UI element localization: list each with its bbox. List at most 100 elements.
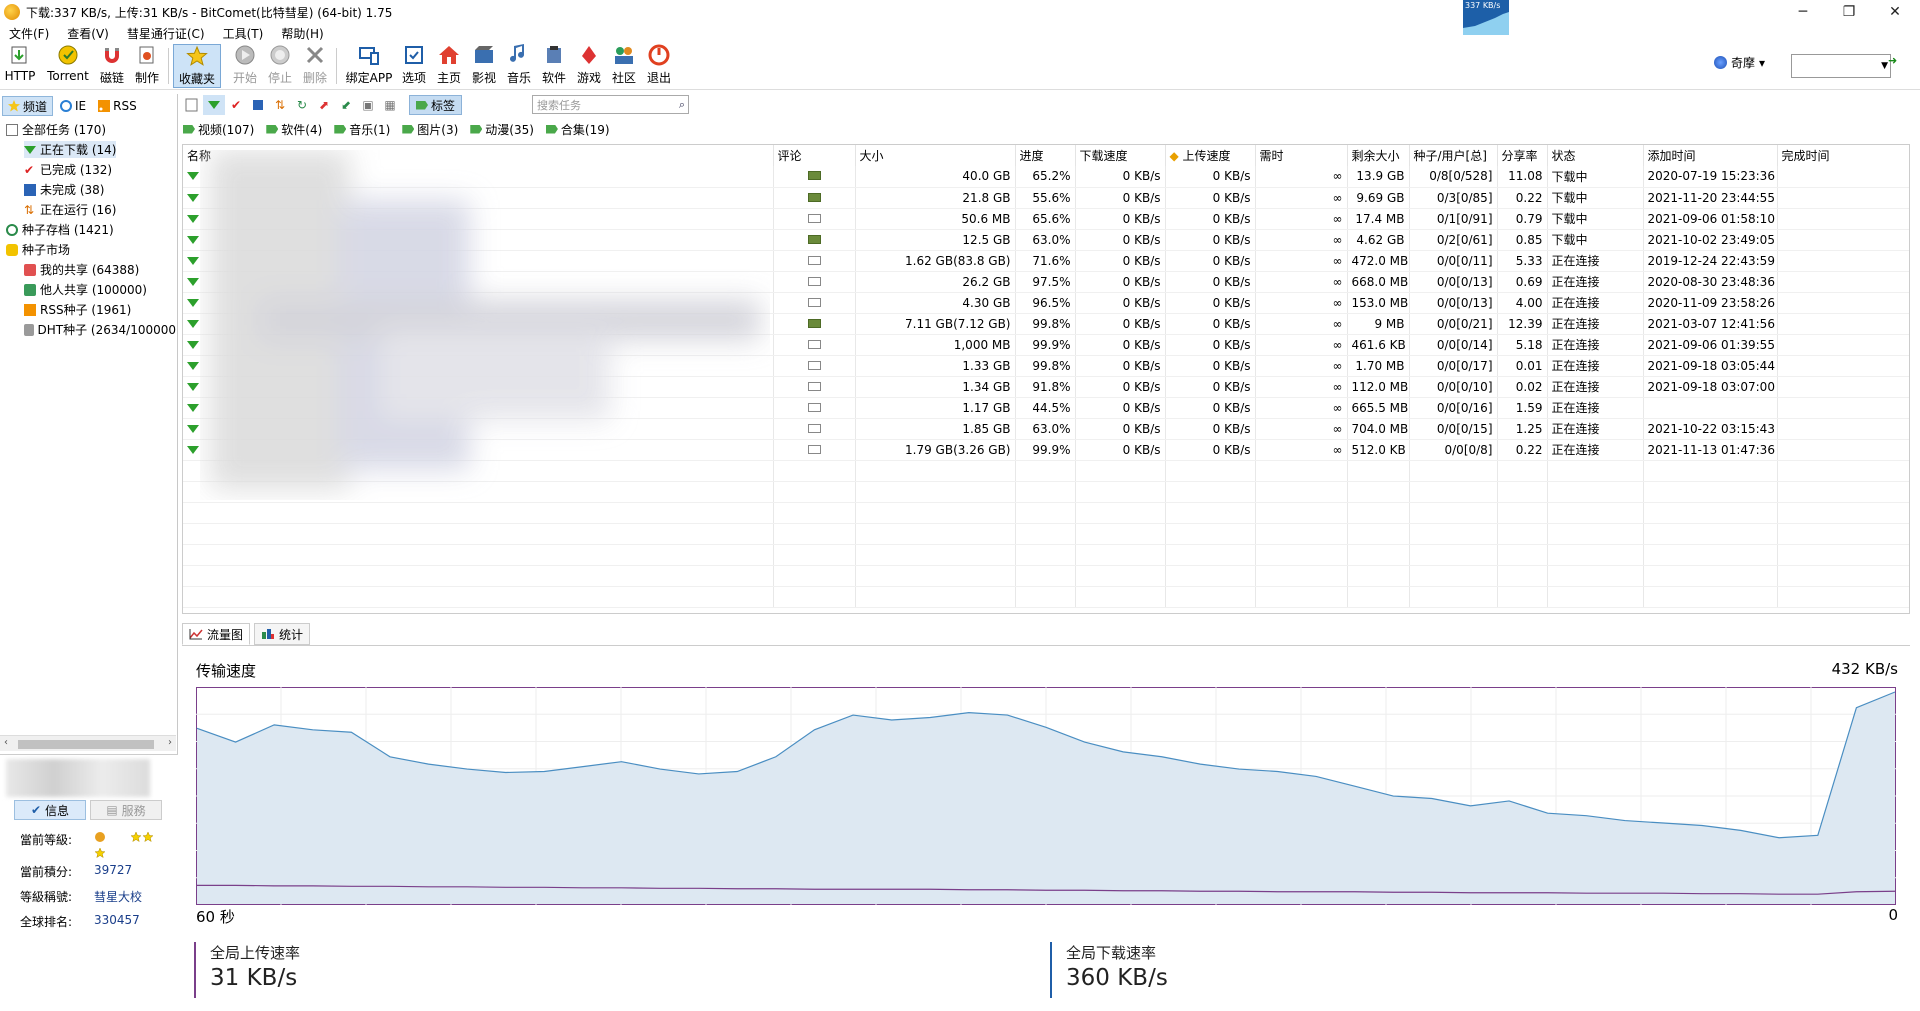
table-row[interactable]: 12.5 GB 63.0% 0 KB/s 0 KB/s ∞ 4.62 GB 0/2[0/61…: [183, 229, 1909, 251]
col-download-speed[interactable]: 下载速度: [1075, 145, 1166, 166]
col-progress[interactable]: 进度: [1015, 145, 1076, 166]
tree-running[interactable]: ⇅ 正在运行 (16): [24, 201, 116, 218]
tab-service[interactable]: ▤ 服務: [90, 800, 162, 820]
row-comment[interactable]: [773, 292, 856, 314]
row-comment[interactable]: [773, 439, 856, 461]
table-row[interactable]: 7.11 GB(7.12 GB) 99.8% 0 KB/s 0 KB/s ∞ 9 MB 0/…: [183, 313, 1909, 335]
menu-help[interactable]: 帮助(H): [272, 25, 332, 42]
start-button[interactable]: 开始: [231, 44, 259, 88]
dht-filter-icon[interactable]: ▦: [379, 95, 401, 115]
tab-info[interactable]: ✔ 信息: [14, 800, 86, 820]
row-comment[interactable]: [773, 418, 856, 440]
tree-torrent-market[interactable]: 种子市场: [6, 241, 70, 258]
table-row[interactable]: 1.62 GB(83.8 GB) 71.6% 0 KB/s 0 KB/s ∞ 472.0 …: [183, 250, 1909, 272]
new-task-icon[interactable]: [181, 95, 203, 115]
tree-all-tasks[interactable]: 全部任务 (170): [6, 121, 106, 138]
menu-passport[interactable]: 彗星通行证(C): [118, 25, 214, 42]
go-arrow-icon[interactable]: ➜: [1888, 54, 1898, 67]
table-row[interactable]: 50.6 MB 65.6% 0 KB/s 0 KB/s ∞ 17.4 MB 0/1[0/91…: [183, 208, 1909, 230]
col-name[interactable]: 名称: [183, 145, 774, 166]
close-button[interactable]: ✕: [1872, 0, 1918, 24]
row-comment[interactable]: [773, 334, 856, 356]
exit-button[interactable]: 退出: [645, 44, 673, 88]
delete-button[interactable]: 删除: [301, 44, 329, 88]
row-comment[interactable]: [773, 355, 856, 377]
incomplete-filter-icon[interactable]: [247, 95, 269, 115]
row-comment[interactable]: [773, 271, 856, 293]
task-search-input[interactable]: 搜索任务 ⌕: [532, 95, 689, 114]
download-filter-icon[interactable]: [203, 95, 225, 115]
scroll-left-icon[interactable]: ‹: [4, 737, 8, 748]
horizontal-scrollbar[interactable]: ‹ ›: [0, 735, 176, 751]
software-button[interactable]: 软件: [540, 44, 568, 88]
category-collection[interactable]: 合集(19): [545, 120, 610, 138]
col-comment[interactable]: 评论: [773, 145, 856, 166]
col-size[interactable]: 大小: [855, 145, 1016, 166]
col-peers[interactable]: 种子/用户[总]: [1409, 145, 1498, 166]
col-added[interactable]: 添加时间: [1643, 145, 1778, 166]
torrent-button[interactable]: Torrent: [44, 44, 92, 88]
col-eta[interactable]: 需时: [1255, 145, 1348, 166]
scroll-right-icon[interactable]: ›: [168, 737, 172, 748]
col-remaining[interactable]: 剩余大小: [1347, 145, 1410, 166]
restore-button[interactable]: ❐: [1826, 0, 1872, 24]
scrollbar-thumb[interactable]: [18, 740, 154, 749]
http-button[interactable]: HTTP: [4, 44, 36, 88]
row-comment[interactable]: [773, 250, 856, 272]
tree-incomplete[interactable]: 未完成 (38): [24, 181, 104, 198]
col-status[interactable]: 状态: [1547, 145, 1644, 166]
speed-mini-graph-icon[interactable]: 337 KB/s: [1463, 0, 1509, 35]
tab-ie[interactable]: IE: [55, 96, 91, 116]
chevron-down-icon[interactable]: ▼: [1881, 61, 1888, 71]
community-button[interactable]: 社区: [610, 44, 638, 88]
stop-button[interactable]: 停止: [266, 44, 294, 88]
category-pictures[interactable]: 图片(3): [402, 120, 458, 138]
table-row[interactable]: 1.17 GB 44.5% 0 KB/s 0 KB/s ∞ 665.5 MB 0/0[0/1…: [183, 397, 1909, 419]
search-icon[interactable]: ⌕: [679, 98, 685, 112]
game-button[interactable]: 游戏: [575, 44, 603, 88]
tab-traffic-graph[interactable]: 流量图: [182, 623, 251, 645]
minimize-button[interactable]: ─: [1780, 0, 1826, 24]
tree-others-shares[interactable]: 他人共享 (100000): [24, 281, 147, 298]
music-button[interactable]: 音乐: [505, 44, 533, 88]
row-comment[interactable]: [773, 397, 856, 419]
share-in-icon[interactable]: ⬋: [335, 95, 357, 115]
row-comment[interactable]: [773, 313, 856, 335]
tree-my-shares[interactable]: 我的共享 (64388): [24, 261, 139, 278]
menu-file[interactable]: 文件(F): [0, 25, 58, 42]
bind-app-button[interactable]: 绑定APP: [345, 44, 393, 88]
table-row[interactable]: 40.0 GB 65.2% 0 KB/s 0 KB/s ∞ 13.9 GB 0/8[0/52…: [183, 166, 1909, 188]
category-video[interactable]: 视频(107): [183, 120, 254, 138]
magnet-button[interactable]: 磁链: [98, 44, 126, 88]
completed-filter-icon[interactable]: ✔: [225, 95, 247, 115]
tree-torrent-archive[interactable]: 种子存档 (1421): [6, 221, 114, 238]
category-music[interactable]: 音乐(1): [334, 120, 390, 138]
category-software[interactable]: 软件(4): [266, 120, 322, 138]
row-comment[interactable]: [773, 376, 856, 398]
share-out-icon[interactable]: ⬈: [313, 95, 335, 115]
table-row[interactable]: 1.79 GB(3.26 GB) 99.9% 0 KB/s 0 KB/s ∞ 512.0 …: [183, 439, 1909, 461]
home-button[interactable]: 主页: [435, 44, 463, 88]
archive-filter-icon[interactable]: ▣: [357, 95, 379, 115]
row-comment[interactable]: [773, 208, 856, 230]
refresh-icon[interactable]: ↻: [291, 95, 313, 115]
options-button[interactable]: 选项: [400, 44, 428, 88]
col-upload-speed[interactable]: ◆ 上传速度: [1165, 145, 1256, 166]
favorites-button[interactable]: 收藏夹: [173, 44, 221, 88]
top-search-combobox[interactable]: ▼: [1791, 54, 1891, 78]
tab-statistics[interactable]: 统计: [254, 623, 311, 645]
table-row[interactable]: 4.30 GB 96.5% 0 KB/s 0 KB/s ∞ 153.0 MB 0/0[0/1…: [183, 292, 1909, 314]
table-row[interactable]: 1.34 GB 91.8% 0 KB/s 0 KB/s ∞ 112.0 MB 0/0[0/1…: [183, 376, 1909, 398]
row-comment[interactable]: [773, 166, 856, 188]
tree-completed[interactable]: ✔ 已完成 (132): [24, 161, 112, 178]
category-anime[interactable]: 动漫(35): [470, 120, 534, 138]
table-row[interactable]: 1.85 GB 63.0% 0 KB/s 0 KB/s ∞ 704.0 MB 0/0[0/1…: [183, 418, 1909, 440]
user-account-menu[interactable]: 奇摩 ▾: [1714, 54, 1765, 71]
video-button[interactable]: 影视: [470, 44, 498, 88]
tab-rss[interactable]: RSS: [93, 96, 142, 116]
tree-rss-torrents[interactable]: RSS种子 (1961): [24, 301, 131, 318]
tree-dht-torrents[interactable]: DHT种子 (2634/100000: [24, 321, 176, 338]
table-row[interactable]: 21.8 GB 55.6% 0 KB/s 0 KB/s ∞ 9.69 GB 0/3[0/85…: [183, 187, 1909, 209]
col-ratio[interactable]: 分享率: [1497, 145, 1548, 166]
running-filter-icon[interactable]: ⇅: [269, 95, 291, 115]
